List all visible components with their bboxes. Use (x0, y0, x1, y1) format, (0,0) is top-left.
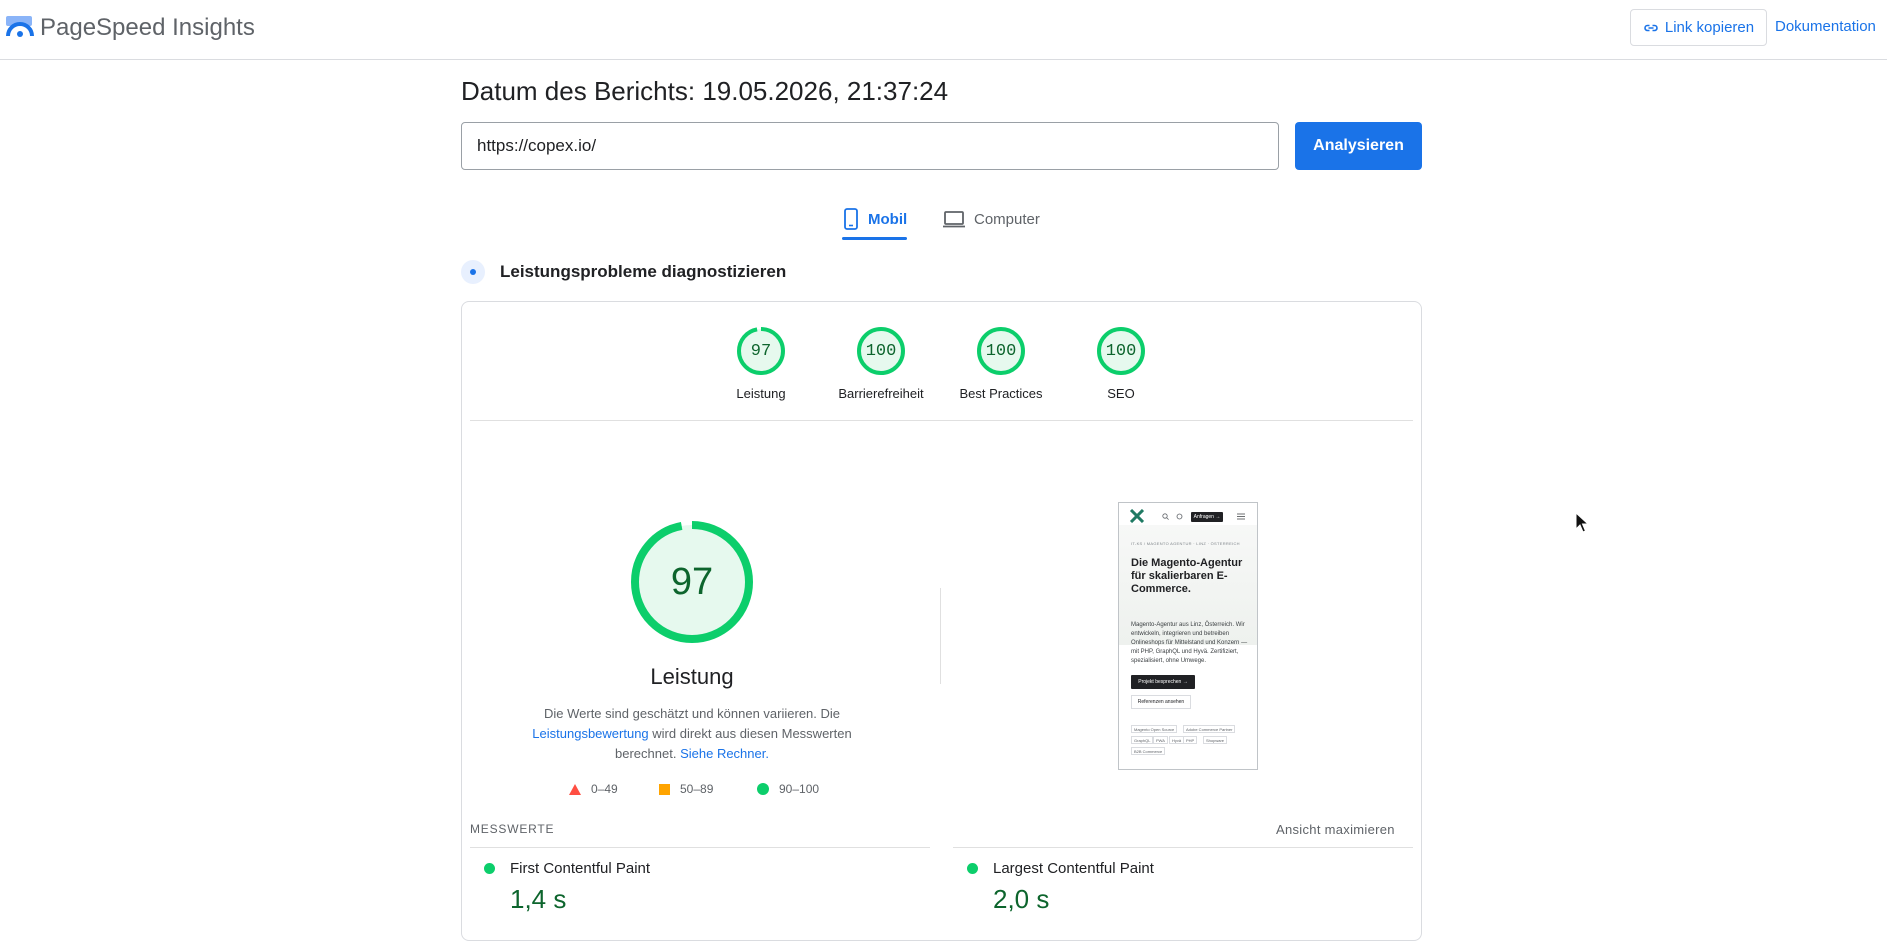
score-gauge: 100 (1096, 326, 1146, 376)
category-best-practices[interactable]: 100 Best Practices (941, 326, 1061, 401)
screenshot-secondary-button: Referenzen ansehen (1131, 695, 1191, 709)
score-gauge: 97 (736, 326, 786, 376)
copy-link-button[interactable]: Link kopieren (1630, 9, 1767, 46)
screenshot-tag: Shopware (1203, 736, 1228, 744)
screenshot-headline: Die Magento-Agentur für skalierbaren E-C… (1131, 557, 1243, 595)
legend-range: 50–89 (680, 782, 714, 796)
score-value: 100 (1105, 341, 1137, 361)
performance-gauge: 97 (630, 520, 754, 644)
performance-score: 97 (670, 560, 714, 603)
mouse-cursor-icon (1575, 512, 1590, 533)
legend-average: 50–89 (659, 782, 713, 796)
metric-name-fcp: First Contentful Paint (510, 860, 651, 877)
tab-mobile[interactable]: Mobil (842, 200, 908, 240)
top-bar: PageSpeed Insights Link kopieren Dokumen… (0, 0, 1887, 60)
category-seo[interactable]: 100 SEO (1061, 326, 1181, 401)
metrics-divider (470, 847, 930, 848)
screenshot-tag: Adobe Commerce Partner (1183, 725, 1236, 733)
metrics-section-label: MESSWERTE (470, 822, 555, 836)
legend-fail: 0–49 (569, 782, 618, 796)
screenshot-tag: Hyvä (1169, 736, 1185, 744)
performance-title: Leistung (650, 664, 734, 689)
theme-toggle-icon (1176, 513, 1183, 520)
brand-title[interactable]: PageSpeed Insights (40, 14, 255, 42)
screenshot-primary-button: Projekt besprechen → (1131, 675, 1195, 689)
tab-desktop-label: Computer (974, 210, 1040, 228)
search-icon (1162, 513, 1169, 520)
pass-indicator-icon (484, 863, 495, 874)
metric-name-lcp: Largest Contentful Paint (993, 860, 1154, 877)
pagespeed-logo-icon[interactable] (6, 14, 34, 38)
score-value: 97 (750, 341, 772, 361)
category-label: Barrierefreiheit (838, 386, 924, 401)
metrics-divider (953, 847, 1413, 848)
report-date: Datum des Berichts: 19.05.2026, 21:37:24 (461, 76, 949, 106)
menu-icon (1237, 513, 1245, 520)
category-label: SEO (1107, 386, 1135, 401)
score-value: 100 (865, 341, 897, 361)
triangle-icon (569, 783, 581, 795)
calculator-link[interactable]: Siehe Rechner. (680, 746, 769, 761)
screenshot-tag: PWA (1153, 736, 1168, 744)
expand-view-toggle[interactable]: Ansicht maximieren (1276, 822, 1395, 837)
screenshot-tag: Magento Open Source (1131, 725, 1178, 733)
analyze-button[interactable]: Analysieren (1295, 122, 1422, 170)
legend-range: 0–49 (591, 782, 618, 796)
url-input[interactable] (461, 122, 1279, 170)
pass-indicator-icon (967, 863, 978, 874)
diagnose-title: Leistungsprobleme diagnostizieren (500, 262, 787, 281)
screenshot-intro: Magento-Agentur aus Linz, Österreich. Wi… (1131, 622, 1248, 664)
link-icon (1644, 24, 1658, 31)
category-divider (470, 420, 1413, 421)
copy-link-label: Link kopieren (1664, 19, 1755, 36)
screenshot-tag: GraphQL (1131, 736, 1154, 744)
category-label: Leistung (736, 386, 786, 401)
site-logo-icon (1129, 509, 1145, 523)
screenshot-breadcrumb: IT-KS / MAGENTO AGENTUR · LINZ · ÖSTERRE… (1131, 541, 1240, 546)
screenshot-tag: PHP (1183, 736, 1198, 744)
lighthouse-icon (461, 260, 485, 284)
legend-range: 90–100 (779, 782, 820, 796)
circle-icon (757, 783, 769, 795)
tab-desktop[interactable]: Computer (942, 200, 1040, 238)
score-gauge: 100 (976, 326, 1026, 376)
screenshot-request-button: Anfragen → (1191, 512, 1223, 522)
performance-description: Die Werte sind geschätzt und können vari… (530, 704, 854, 764)
score-gauge: 100 (856, 326, 906, 376)
smartphone-icon (844, 208, 858, 230)
page-screenshot[interactable]: Anfragen → IT-KS / MAGENTO AGENTUR · LIN… (1118, 502, 1258, 770)
description-text: Die Werte sind geschätzt und können vari… (543, 706, 841, 721)
score-value: 100 (985, 341, 1017, 361)
metric-value-fcp: 1,4 s (510, 884, 567, 914)
legend-pass: 90–100 (757, 782, 819, 796)
score-calculation-link[interactable]: Leistungsbewertung (532, 726, 648, 741)
category-performance[interactable]: 97 Leistung (701, 326, 821, 401)
documentation-link[interactable]: Dokumentation (1775, 18, 1876, 35)
square-icon (659, 783, 670, 795)
screenshot-tag: B2B Commerce (1131, 747, 1166, 755)
category-accessibility[interactable]: 100 Barrierefreiheit (821, 326, 941, 401)
tab-mobile-label: Mobil (868, 210, 908, 228)
laptop-icon (943, 211, 965, 228)
vertical-divider (940, 588, 941, 684)
metric-value-lcp: 2,0 s (993, 884, 1050, 914)
category-label: Best Practices (959, 386, 1043, 401)
